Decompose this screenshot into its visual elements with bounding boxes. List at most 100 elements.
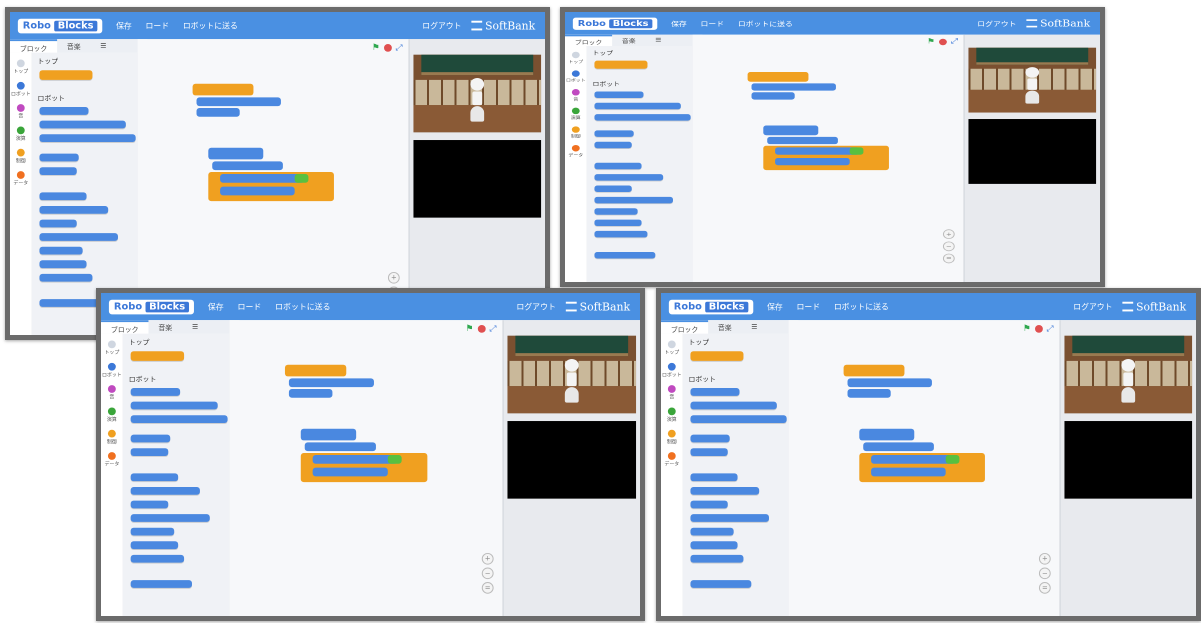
- category-operators[interactable]: 演算: [661, 407, 683, 423]
- tab-blocks[interactable]: ブロック: [10, 39, 58, 53]
- palette-block[interactable]: [130, 500, 169, 509]
- palette-block[interactable]: [690, 351, 744, 361]
- category-sound[interactable]: 音: [10, 104, 32, 120]
- menu-save[interactable]: 保存: [767, 301, 783, 312]
- zoom-in-icon[interactable]: +: [481, 552, 494, 565]
- script-hat-block[interactable]: [763, 125, 819, 136]
- tab-blocks[interactable]: ブロック: [101, 320, 149, 334]
- expand-icon[interactable]: ⤢: [489, 324, 496, 334]
- category-control[interactable]: 制御: [10, 148, 32, 164]
- script-workspace[interactable]: [692, 34, 965, 282]
- palette-block[interactable]: [594, 174, 664, 181]
- menu-save[interactable]: 保存: [671, 19, 687, 28]
- palette-block[interactable]: [39, 273, 93, 282]
- palette-block[interactable]: [130, 514, 210, 522]
- palette-block[interactable]: [594, 130, 634, 137]
- tab-sounds[interactable]: 音楽: [57, 39, 90, 53]
- script-block[interactable]: [871, 454, 956, 464]
- script-block[interactable]: [767, 136, 838, 145]
- palette-block[interactable]: [690, 401, 777, 410]
- palette-block[interactable]: [130, 448, 169, 456]
- zoom-reset-icon[interactable]: =: [481, 582, 494, 594]
- category-data[interactable]: データ: [101, 452, 123, 468]
- stop-icon[interactable]: [938, 38, 947, 46]
- palette-block[interactable]: [594, 230, 648, 238]
- category-operators[interactable]: 演算: [101, 407, 123, 423]
- palette-block[interactable]: [130, 473, 179, 482]
- category-data[interactable]: データ: [565, 144, 587, 158]
- tab-blocks[interactable]: ブロック: [661, 320, 709, 334]
- category-control[interactable]: 制御: [565, 126, 587, 139]
- script-block[interactable]: [775, 147, 860, 155]
- script-block[interactable]: [212, 161, 283, 171]
- category-robot[interactable]: ロボット: [10, 81, 32, 97]
- script-block[interactable]: [288, 389, 333, 398]
- palette-block[interactable]: [690, 554, 744, 563]
- menu-send-to-robot[interactable]: ロボットに送る: [834, 301, 889, 312]
- palette-block[interactable]: [39, 192, 87, 201]
- category-top[interactable]: トップ: [661, 340, 683, 356]
- script-workspace[interactable]: [788, 320, 1061, 616]
- expand-icon[interactable]: ⤢: [396, 43, 403, 53]
- palette-block[interactable]: [130, 401, 218, 410]
- script-block[interactable]: [288, 378, 374, 388]
- script-workspace[interactable]: [229, 320, 504, 616]
- category-data[interactable]: データ: [10, 171, 32, 187]
- palette-block[interactable]: [39, 233, 118, 241]
- script-block[interactable]: [847, 389, 891, 398]
- palette-block[interactable]: [39, 299, 101, 307]
- palette-block[interactable]: [130, 554, 185, 563]
- palette-block[interactable]: [690, 580, 752, 588]
- zoom-in-icon[interactable]: +: [1038, 552, 1051, 565]
- menu-load[interactable]: ロード: [238, 301, 262, 312]
- script-block[interactable]: [220, 186, 295, 196]
- script-block[interactable]: [312, 467, 388, 477]
- zoom-out-icon[interactable]: −: [1038, 567, 1051, 580]
- green-flag-icon[interactable]: ⚑: [1023, 324, 1031, 334]
- palette-block[interactable]: [39, 134, 136, 142]
- palette-block[interactable]: [594, 91, 644, 98]
- boolean-block[interactable]: [945, 454, 960, 464]
- expand-icon[interactable]: ⤢: [1047, 324, 1054, 334]
- menu-send-to-robot[interactable]: ロボットに送る: [183, 20, 238, 31]
- script-block[interactable]: [863, 442, 934, 452]
- tab-extra[interactable]: ☰: [645, 35, 671, 46]
- category-robot[interactable]: ロボット: [661, 362, 683, 378]
- boolean-block[interactable]: [849, 147, 864, 155]
- palette-block[interactable]: [39, 246, 83, 255]
- zoom-in-icon[interactable]: +: [942, 229, 955, 240]
- category-control[interactable]: 制御: [101, 429, 123, 445]
- logout-link[interactable]: ログアウト: [516, 301, 556, 312]
- category-sound[interactable]: 音: [661, 385, 683, 401]
- palette-block[interactable]: [130, 351, 185, 361]
- stop-icon[interactable]: [383, 44, 392, 52]
- tab-extra[interactable]: ☰: [741, 320, 767, 334]
- category-robot[interactable]: ロボット: [101, 362, 123, 378]
- zoom-out-icon[interactable]: −: [481, 567, 494, 580]
- palette-block[interactable]: [594, 162, 642, 170]
- script-block[interactable]: [220, 173, 305, 183]
- category-top[interactable]: トップ: [101, 340, 123, 356]
- green-flag-icon[interactable]: ⚑: [927, 38, 935, 46]
- palette-block[interactable]: [690, 527, 734, 536]
- menu-save[interactable]: 保存: [208, 301, 224, 312]
- expand-icon[interactable]: ⤢: [951, 38, 958, 46]
- palette-block[interactable]: [690, 514, 769, 522]
- script-block[interactable]: [304, 442, 376, 452]
- script-block[interactable]: [312, 454, 398, 464]
- tab-extra[interactable]: ☰: [90, 39, 116, 53]
- palette-block[interactable]: [39, 153, 79, 162]
- category-top[interactable]: トップ: [565, 51, 587, 65]
- script-block[interactable]: [751, 92, 795, 100]
- palette-block[interactable]: [39, 167, 77, 175]
- zoom-reset-icon[interactable]: =: [1038, 582, 1051, 594]
- palette-block[interactable]: [690, 415, 787, 423]
- palette-block[interactable]: [130, 434, 171, 443]
- palette-block[interactable]: [130, 415, 228, 423]
- script-hat-block[interactable]: [284, 364, 347, 377]
- script-block[interactable]: [196, 108, 240, 117]
- category-top[interactable]: トップ: [10, 59, 32, 75]
- category-robot[interactable]: ロボット: [565, 70, 587, 83]
- palette-block[interactable]: [690, 388, 740, 396]
- palette-block[interactable]: [130, 580, 192, 588]
